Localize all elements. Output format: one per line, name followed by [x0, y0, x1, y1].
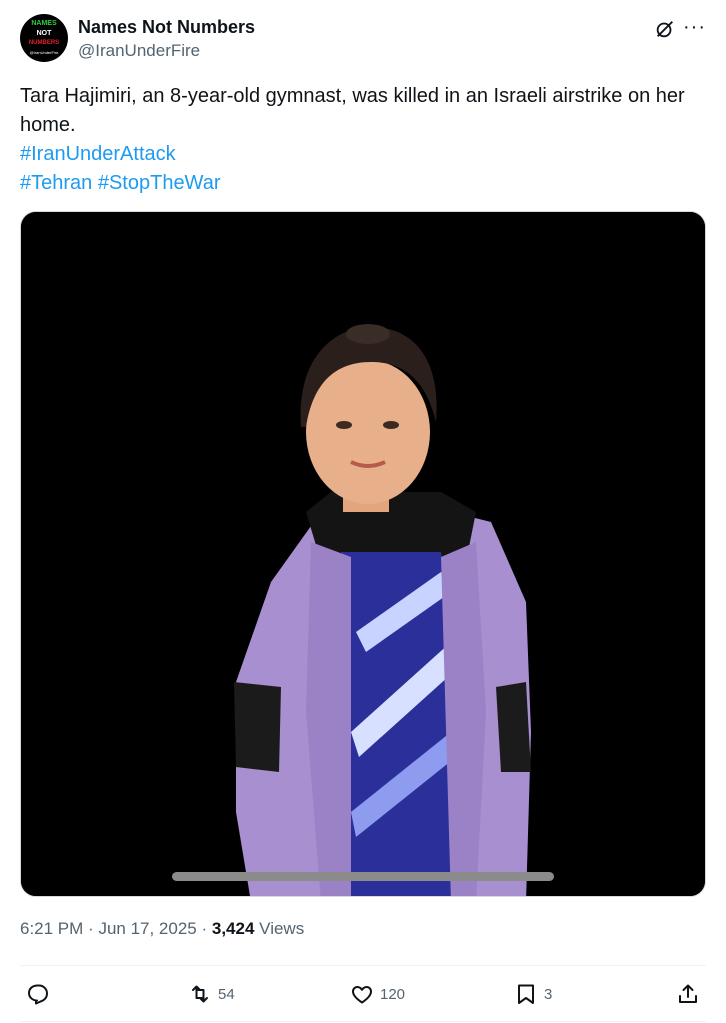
grok-icon[interactable] [654, 18, 676, 40]
more-icon[interactable]: ··· [683, 16, 706, 39]
hashtag-line-1[interactable]: #IranUnderAttack [20, 140, 706, 169]
avatar-line-4: @IranUnderFire [29, 50, 59, 55]
author-name[interactable]: Names Not Numbers [78, 17, 255, 38]
bottom-divider [20, 1021, 706, 1022]
share-button[interactable] [676, 982, 700, 1006]
retweet-count: 54 [218, 985, 235, 1003]
retweet-icon [192, 985, 208, 1003]
hashtag-line-2[interactable]: #Tehran #StopTheWar [20, 169, 706, 198]
retweet-button[interactable]: 54 [188, 982, 235, 1006]
action-bar: 54 120 3 [20, 966, 706, 1022]
tweet-date[interactable]: Jun 17, 2025 [98, 919, 196, 938]
tweet-meta: 6:21 PM · Jun 17, 2025 · 3,424 Views [20, 919, 304, 939]
avatar-line-1: NAMES [31, 20, 57, 27]
reply-button[interactable] [26, 982, 50, 1006]
like-icon [352, 986, 372, 1004]
bookmark-icon [518, 984, 534, 1004]
avatar[interactable]: NAMES NOT NUMBERS @IranUnderFire [20, 14, 68, 62]
bookmark-count: 3 [544, 985, 553, 1003]
tweet-text: Tara Hajimiri, an 8-year-old gymnast, wa… [20, 82, 706, 198]
reply-icon [28, 984, 48, 1005]
avatar-line-2: NOT [36, 30, 52, 37]
like-count: 120 [380, 985, 406, 1003]
share-icon [679, 984, 697, 1003]
views-count: 3,424 [211, 919, 255, 938]
like-button[interactable]: 120 [350, 982, 405, 1006]
bookmark-button[interactable]: 3 [514, 982, 552, 1006]
avatar-line-3: NUMBERS [28, 40, 60, 46]
views-label: Views [259, 919, 305, 938]
meta-separator-1: · [88, 919, 99, 938]
photo-illustration [21, 212, 705, 896]
meta-separator-2: · [201, 919, 212, 938]
tweet-photo[interactable] [20, 211, 706, 897]
media-scrollbar[interactable] [172, 872, 554, 881]
tweet-header: NAMES NOT NUMBERS @IranUnderFire Names N… [20, 14, 706, 64]
tweet-body: Tara Hajimiri, an 8-year-old gymnast, wa… [20, 85, 685, 136]
tweet-time[interactable]: 6:21 PM [20, 919, 83, 938]
author-handle[interactable]: @IranUnderFire [78, 41, 200, 61]
